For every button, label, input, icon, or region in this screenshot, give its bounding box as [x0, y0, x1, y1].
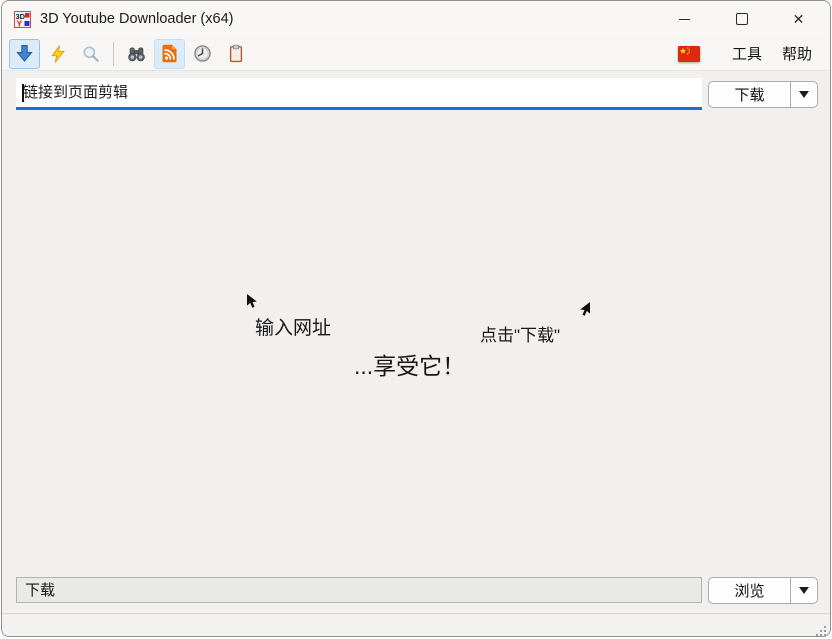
- url-input-wrap: [16, 78, 702, 110]
- toolbar-separator: [113, 42, 114, 66]
- grip-dot: [824, 626, 826, 628]
- menu-help[interactable]: 帮助: [774, 39, 820, 68]
- title-bar: 3D Y 3D Youtube Downloader (x64) ✕: [2, 1, 830, 37]
- browse-dropdown-button[interactable]: [790, 578, 817, 603]
- lightning-icon: [48, 44, 68, 64]
- chevron-down-icon: [799, 587, 809, 594]
- maximize-button[interactable]: [713, 1, 770, 37]
- scheduler-button[interactable]: [187, 39, 218, 69]
- rss-icon: [159, 43, 180, 64]
- search-icon: [81, 44, 101, 64]
- caption-controls: ✕: [656, 1, 827, 37]
- menu-tools[interactable]: 工具: [724, 39, 770, 68]
- download-icon: [14, 43, 35, 64]
- grip-dot: [820, 634, 822, 636]
- main-area: 输入网址 点击"下载" ...享受它！: [2, 117, 830, 567]
- chevron-down-icon: [799, 91, 809, 98]
- download-split-button[interactable]: 下载: [708, 81, 818, 108]
- china-flag-icon: [678, 46, 700, 62]
- minimize-icon: [679, 19, 690, 20]
- url-input[interactable]: [16, 78, 702, 110]
- hint-enjoy: ...享受它！: [354, 347, 465, 381]
- download-dropdown-button[interactable]: [790, 82, 817, 107]
- grip-dot: [816, 634, 818, 636]
- browse-videos-button[interactable]: [121, 39, 152, 69]
- resize-grip[interactable]: [813, 623, 826, 636]
- minimize-button[interactable]: [656, 1, 713, 37]
- cursor-arrow-right-icon: [576, 301, 592, 318]
- bottom-row: 下载 浏览: [2, 567, 830, 613]
- binoculars-icon: [126, 43, 147, 64]
- maximize-icon: [736, 13, 748, 25]
- svg-text:Y: Y: [17, 18, 23, 28]
- hint-enter-url: 输入网址: [255, 313, 331, 340]
- download-mode-button[interactable]: [9, 39, 40, 69]
- close-button[interactable]: ✕: [770, 1, 827, 37]
- text-caret: [22, 84, 24, 102]
- grip-dot: [824, 630, 826, 632]
- status-bar: [2, 613, 830, 637]
- download-button-label[interactable]: 下载: [709, 82, 790, 107]
- clipboard-icon: [226, 43, 246, 64]
- app-logo-icon: 3D Y: [14, 11, 31, 28]
- language-flag-button[interactable]: [678, 46, 700, 62]
- window-title: 3D Youtube Downloader (x64): [40, 11, 656, 27]
- grip-dot: [820, 630, 822, 632]
- rss-feed-button[interactable]: [154, 39, 185, 69]
- history-clock-icon: [192, 43, 213, 64]
- clipboard-monitor-button[interactable]: [220, 39, 251, 69]
- browse-split-button[interactable]: 浏览: [708, 577, 818, 604]
- cursor-arrow-left-icon: [245, 293, 261, 310]
- toolbar: 工具 帮助: [2, 37, 830, 71]
- app-window: 3D Y 3D Youtube Downloader (x64) ✕: [1, 0, 831, 637]
- close-icon: ✕: [793, 12, 805, 26]
- search-button[interactable]: [75, 39, 106, 69]
- grip-dot: [824, 634, 826, 636]
- download-folder-field[interactable]: 下载: [16, 577, 702, 603]
- url-row: 下载: [2, 71, 830, 117]
- hint-click-download: 点击"下载": [480, 321, 560, 346]
- convert-button[interactable]: [42, 39, 73, 69]
- browse-button-label[interactable]: 浏览: [709, 578, 790, 603]
